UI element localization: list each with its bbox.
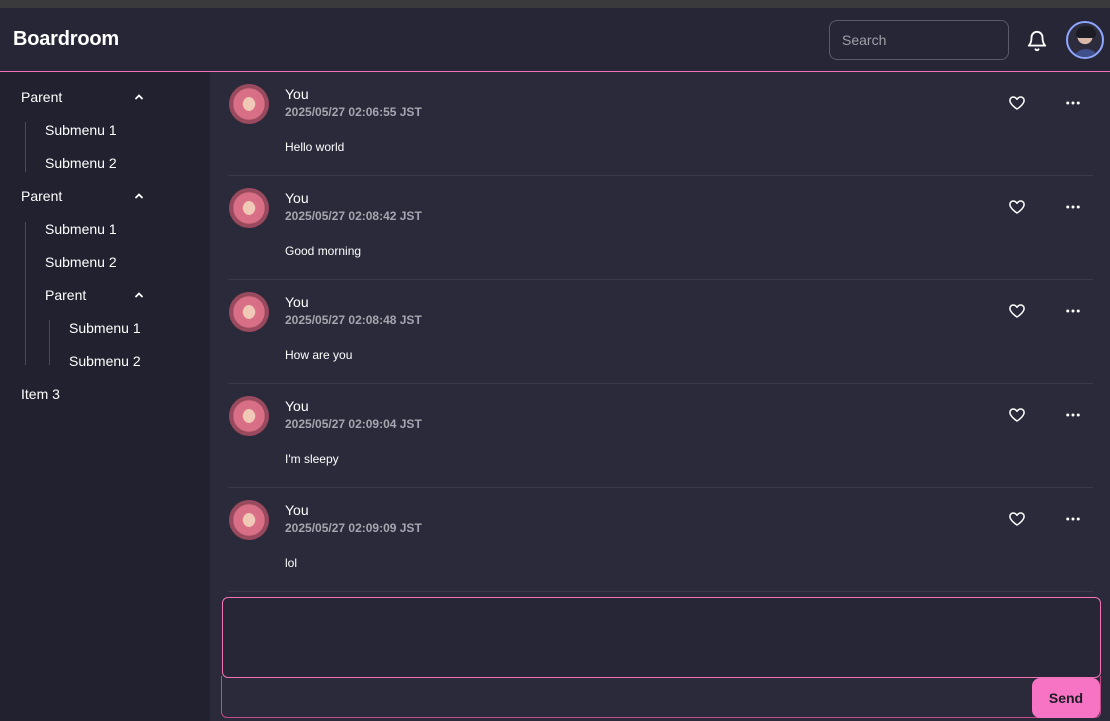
- submenu-guide-line: [25, 122, 26, 172]
- sidebar-item-submenu-2[interactable]: Submenu 2: [69, 353, 141, 369]
- message-text: How are you: [285, 348, 353, 362]
- avatar: [229, 396, 269, 436]
- send-button[interactable]: Send: [1032, 678, 1100, 718]
- submenu-guide-line: [25, 222, 26, 365]
- message-text: Hello world: [285, 140, 345, 154]
- chevron-up-icon[interactable]: [133, 190, 145, 202]
- composer-footer: [221, 676, 1101, 718]
- message-timestamp: 2025/05/27 02:06:55 JST: [285, 105, 422, 119]
- message-author: You: [285, 294, 309, 310]
- message-timestamp: 2025/05/27 02:09:09 JST: [285, 521, 422, 535]
- submenu-guide-line: [49, 320, 50, 365]
- message-item: You 2025/05/27 02:06:55 JST Hello world: [228, 72, 1093, 176]
- more-icon[interactable]: [1064, 510, 1082, 528]
- sidebar-item-item-3[interactable]: Item 3: [21, 386, 60, 402]
- more-icon[interactable]: [1064, 302, 1082, 320]
- chevron-up-icon[interactable]: [133, 91, 145, 103]
- message-composer[interactable]: [222, 597, 1101, 678]
- app-title: Boardroom: [13, 28, 119, 50]
- message-text: lol: [285, 556, 298, 570]
- app-header: Boardroom: [0, 8, 1110, 72]
- message-item: You 2025/05/27 02:09:04 JST I'm sleepy: [228, 384, 1093, 488]
- more-icon[interactable]: [1064, 198, 1082, 216]
- sidebar-item-parent-3[interactable]: Parent: [45, 287, 86, 303]
- message-author: You: [285, 502, 309, 518]
- sidebar-item-submenu-2[interactable]: Submenu 2: [45, 254, 117, 270]
- message-item: You 2025/05/27 02:09:09 JST lol: [228, 488, 1093, 592]
- sidebar-item-submenu-1[interactable]: Submenu 1: [69, 320, 141, 336]
- sidebar: Parent Submenu 1 Submenu 2 Parent Submen…: [0, 72, 210, 721]
- window-top-strip: [0, 0, 1110, 8]
- message-author: You: [285, 86, 309, 102]
- more-icon[interactable]: [1064, 94, 1082, 112]
- message-text: Good morning: [285, 244, 362, 258]
- heart-icon[interactable]: [1008, 406, 1026, 424]
- heart-icon[interactable]: [1008, 198, 1026, 216]
- message-timestamp: 2025/05/27 02:08:48 JST: [285, 313, 422, 327]
- search-input[interactable]: [829, 20, 1009, 60]
- more-icon[interactable]: [1064, 406, 1082, 424]
- avatar: [229, 292, 269, 332]
- avatar: [229, 500, 269, 540]
- sidebar-item-parent-1[interactable]: Parent: [21, 89, 62, 105]
- avatar: [229, 84, 269, 124]
- message-text: I'm sleepy: [285, 452, 339, 466]
- message-author: You: [285, 190, 309, 206]
- heart-icon[interactable]: [1008, 94, 1026, 112]
- message-item: You 2025/05/27 02:08:48 JST How are you: [228, 280, 1093, 384]
- chevron-up-icon[interactable]: [133, 289, 145, 301]
- sidebar-item-submenu-1[interactable]: Submenu 1: [45, 122, 117, 138]
- heart-icon[interactable]: [1008, 510, 1026, 528]
- sidebar-item-parent-2[interactable]: Parent: [21, 188, 62, 204]
- message-timestamp: 2025/05/27 02:08:42 JST: [285, 209, 422, 223]
- message-item: You 2025/05/27 02:08:42 JST Good morning: [228, 176, 1093, 280]
- message-timestamp: 2025/05/27 02:09:04 JST: [285, 417, 422, 431]
- message-author: You: [285, 398, 309, 414]
- user-avatar[interactable]: [1066, 21, 1104, 59]
- sidebar-item-submenu-1[interactable]: Submenu 1: [45, 221, 117, 237]
- heart-icon[interactable]: [1008, 302, 1026, 320]
- bell-icon[interactable]: [1026, 30, 1048, 52]
- sidebar-item-submenu-2[interactable]: Submenu 2: [45, 155, 117, 171]
- avatar: [229, 188, 269, 228]
